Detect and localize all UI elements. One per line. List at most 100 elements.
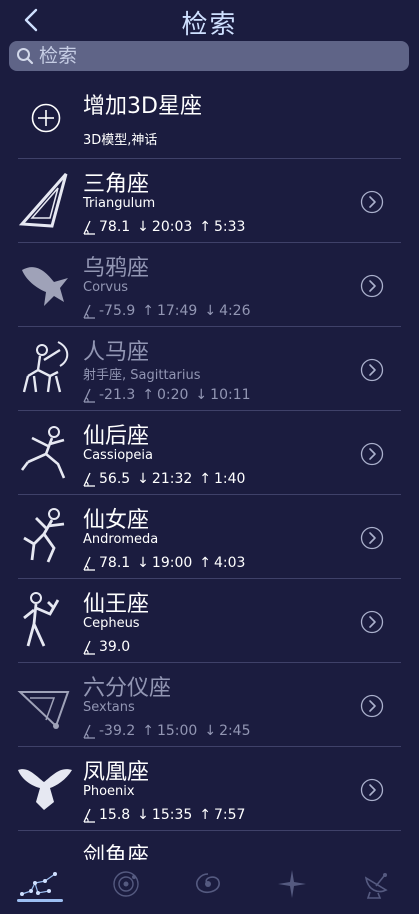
chevron-right-circle-icon[interactable] — [360, 778, 384, 802]
chevron-right-circle-icon[interactable] — [360, 526, 384, 550]
constellation-latin-name: Triangulum — [83, 196, 156, 211]
constellation-row[interactable]: 六分仪座 Sextans -39.2 ↑ 15:00 ↓ 2:45 — [0, 662, 419, 746]
altitude-value: 78.1 — [99, 555, 131, 571]
first-direction-arrow: ↓ — [137, 555, 149, 571]
search-icon — [17, 48, 34, 65]
first-time: 15:35 — [151, 807, 193, 823]
constellation-latin-name: 射手座, Sagittarius — [83, 368, 201, 383]
sextans-figure-icon — [17, 691, 70, 729]
second-direction-arrow: ↑ — [199, 555, 211, 571]
altitude-value: -21.3 — [99, 387, 136, 403]
constellation-name: 三角座 — [83, 172, 150, 197]
galaxy-icon — [196, 873, 220, 894]
tab-deep-sky[interactable] — [186, 864, 230, 904]
constellation-name: 人马座 — [83, 340, 150, 365]
altitude-value: 39.0 — [99, 639, 131, 655]
first-time: 19:00 — [151, 555, 193, 571]
constellation-latin-name: Andromeda — [83, 532, 159, 547]
first-direction-arrow: ↓ — [137, 471, 149, 487]
cassiopeia-figure-icon — [20, 426, 66, 479]
first-time: 15:00 — [156, 723, 198, 739]
first-direction-arrow: ↑ — [142, 387, 154, 403]
rise-set-info: 78.1 ↓ 20:03 ↑ 5:33 — [83, 219, 252, 235]
altitude-icon — [83, 304, 95, 319]
altitude-icon — [83, 472, 95, 487]
tab-constellations[interactable] — [18, 864, 62, 904]
second-time: 2:45 — [219, 723, 251, 739]
altitude-icon — [83, 640, 95, 655]
first-time: 21:32 — [151, 471, 193, 487]
chevron-right-circle-icon[interactable] — [360, 274, 384, 298]
add-item-title: 增加3D星座 — [83, 94, 202, 119]
constellation-name: 仙王座 — [83, 592, 150, 617]
constellation-row[interactable]: 凤凰座 Phoenix 15.8 ↓ 15:35 ↑ 7:57 — [0, 746, 419, 830]
add-3d-constellation-item[interactable]: 增加3D星座 3D模型,神话 — [0, 80, 419, 158]
star-icon — [278, 870, 306, 898]
search-input[interactable] — [39, 43, 399, 69]
chevron-right-circle-icon[interactable] — [360, 358, 384, 382]
constellation-row[interactable]: 仙后座 Cassiopeia 56.5 ↓ 21:32 ↑ 1:40 — [0, 410, 419, 494]
page-title: 检索 — [181, 10, 238, 40]
constellation-list: 三角座 Triangulum 78.1 ↓ 20:03 ↑ 5:33 乌鸦座 Corvus -75… — [0, 158, 419, 914]
constellation-name: 乌鸦座 — [83, 256, 150, 281]
plus-circle-icon — [31, 103, 61, 133]
constellation-name: 凤凰座 — [83, 760, 150, 785]
constellation-latin-name: Corvus — [83, 280, 129, 295]
chevron-right-circle-icon[interactable] — [360, 694, 384, 718]
rise-set-info: -75.9 ↑ 17:49 ↓ 4:26 — [83, 303, 258, 319]
triangulum-figure-icon — [18, 173, 68, 228]
second-direction-arrow: ↓ — [195, 387, 208, 403]
phoenix-figure-icon — [18, 769, 72, 810]
altitude-icon — [83, 556, 95, 571]
constellation-latin-name: Cepheus — [83, 616, 140, 631]
second-direction-arrow: ↑ — [199, 219, 211, 235]
constellation-name: 仙后座 — [83, 424, 150, 449]
chevron-right-circle-icon[interactable] — [360, 610, 384, 634]
first-direction-arrow: ↓ — [137, 807, 149, 823]
andromeda-figure-icon — [23, 508, 65, 563]
constellation-row[interactable]: 仙女座 Andromeda 78.1 ↓ 19:00 ↑ 4:03 — [0, 494, 419, 578]
second-time: 5:33 — [214, 219, 246, 235]
constellation-icon — [20, 872, 57, 896]
search-bar[interactable] — [9, 41, 409, 71]
chevron-right-circle-icon[interactable] — [360, 442, 384, 466]
constellation-row[interactable]: 仙王座 Cepheus 39.0 — [0, 578, 419, 662]
second-direction-arrow: ↑ — [199, 471, 211, 487]
tab-satellites[interactable] — [354, 864, 398, 904]
constellation-name: 仙女座 — [83, 508, 150, 533]
sagittarius-figure-icon — [22, 341, 69, 393]
active-tab-indicator — [17, 899, 63, 902]
constellation-row[interactable]: 乌鸦座 Corvus -75.9 ↑ 17:49 ↓ 4:26 — [0, 242, 419, 326]
constellation-row[interactable]: 人马座 射手座, Sagittarius -21.3 ↑ 0:20 ↓ 10:11 — [0, 326, 419, 410]
constellation-latin-name: Cassiopeia — [83, 448, 153, 463]
first-time: 20:03 — [151, 219, 193, 235]
constellation-row[interactable]: 三角座 Triangulum 78.1 ↓ 20:03 ↑ 5:33 — [0, 158, 419, 242]
second-time: 4:03 — [214, 555, 246, 571]
chevron-right-circle-icon[interactable] — [360, 190, 384, 214]
altitude-icon — [83, 388, 95, 403]
altitude-icon — [83, 808, 95, 823]
rise-set-info: 78.1 ↓ 19:00 ↑ 4:03 — [83, 555, 252, 571]
tab-stars[interactable] — [270, 864, 314, 904]
first-direction-arrow: ↑ — [142, 723, 154, 739]
first-direction-arrow: ↓ — [137, 219, 149, 235]
second-time: 1:40 — [214, 471, 246, 487]
tab-planets[interactable] — [104, 864, 148, 904]
corvus-figure-icon — [22, 267, 68, 306]
planet-icon — [113, 871, 139, 897]
add-item-subtitle: 3D模型,神话 — [83, 133, 158, 148]
rise-set-info: -21.3 ↑ 0:20 ↓ 10:11 — [83, 387, 258, 403]
rise-set-info: 39.0 — [83, 639, 137, 655]
first-time: 0:20 — [156, 387, 189, 403]
altitude-value: 56.5 — [99, 471, 131, 487]
first-direction-arrow: ↑ — [142, 303, 154, 319]
altitude-value: -75.9 — [99, 303, 136, 319]
first-time: 17:49 — [156, 303, 198, 319]
second-time: 4:26 — [219, 303, 251, 319]
second-time: 7:57 — [214, 807, 246, 823]
second-direction-arrow: ↓ — [204, 723, 217, 739]
satellite-dish-icon — [364, 873, 388, 899]
second-direction-arrow: ↓ — [204, 303, 217, 319]
rise-set-info: 56.5 ↓ 21:32 ↑ 1:40 — [83, 471, 252, 487]
second-direction-arrow: ↑ — [199, 807, 211, 823]
